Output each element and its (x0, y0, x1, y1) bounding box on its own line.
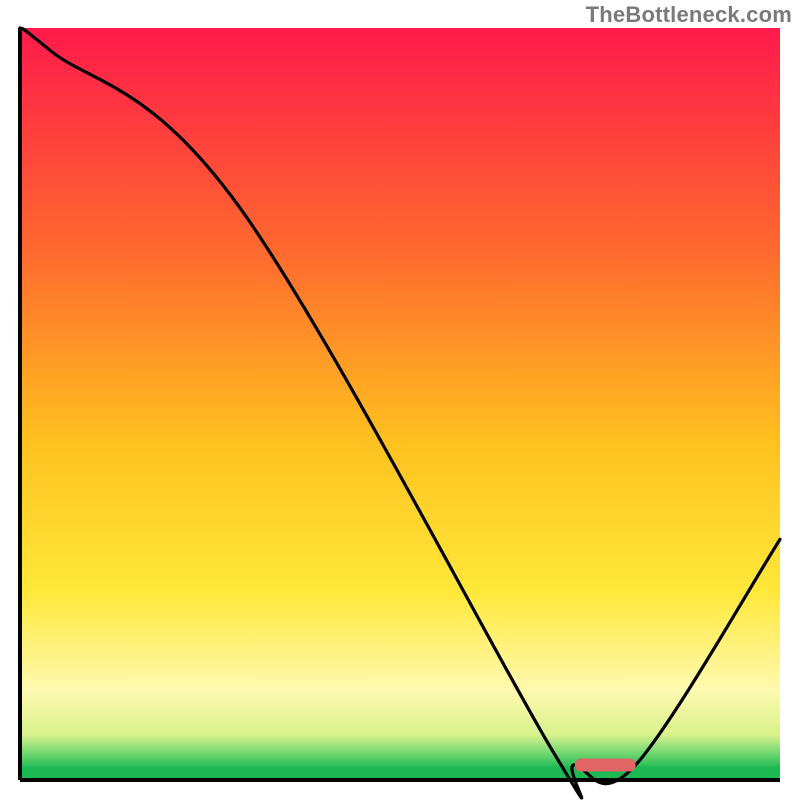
plot-background (20, 28, 780, 780)
plot-bottom-band (20, 766, 780, 780)
chart-svg (0, 0, 800, 800)
optimal-marker (575, 758, 636, 771)
watermark-text: TheBottleneck.com (586, 2, 792, 28)
bottleneck-chart: TheBottleneck.com (0, 0, 800, 800)
